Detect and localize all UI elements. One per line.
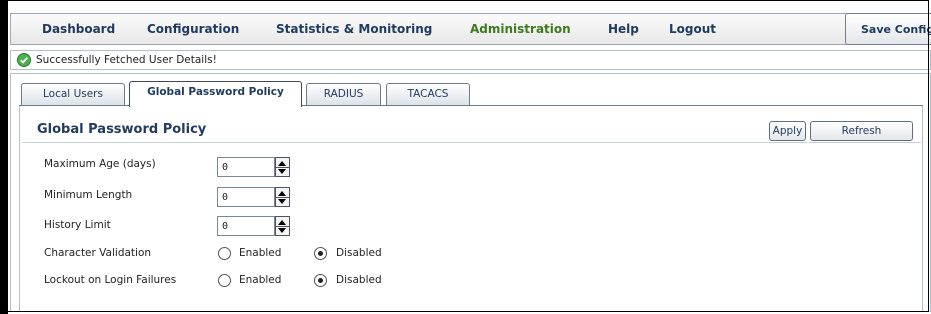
window-frame bbox=[0, 0, 929, 312]
tab-global-password-policy[interactable]: Global Password Policy bbox=[129, 81, 302, 107]
